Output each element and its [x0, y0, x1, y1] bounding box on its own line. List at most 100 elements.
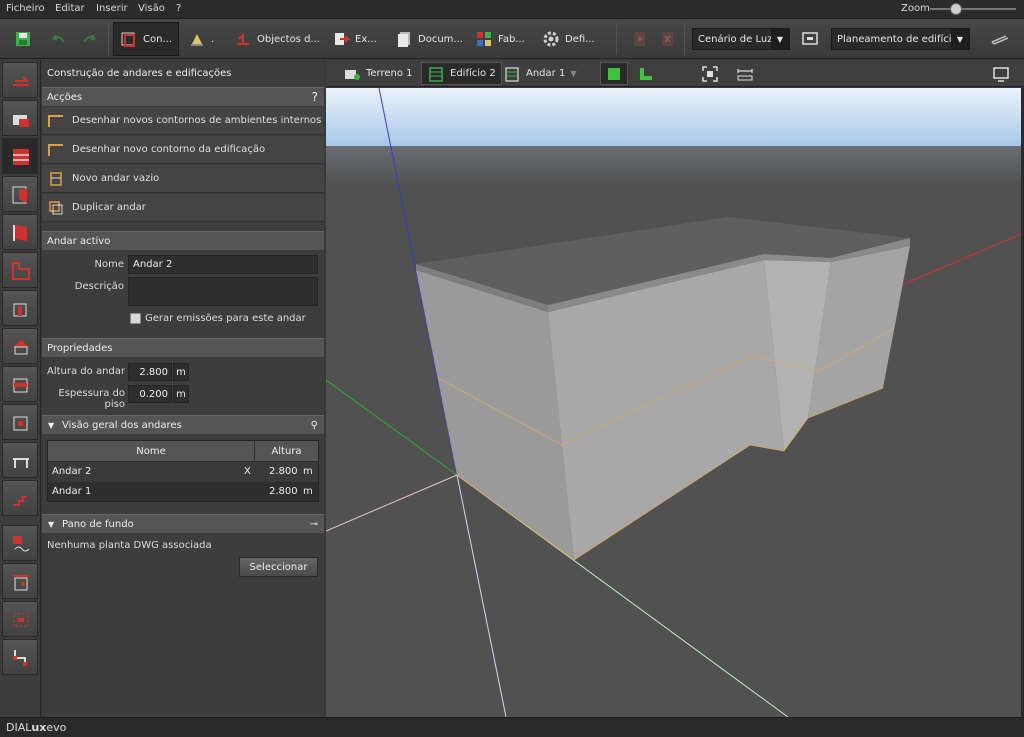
tool-door-button[interactable] [2, 214, 38, 250]
menu-edit[interactable]: Editar [55, 3, 85, 14]
menu-insert[interactable]: Inserir [96, 3, 128, 14]
terrain-tab[interactable]: Terreno 1 [338, 62, 418, 85]
measure-icon [13, 613, 29, 627]
emissions-checkbox[interactable] [130, 313, 141, 324]
action-new-empty-floor[interactable]: Novo andar vazio [42, 165, 324, 193]
background-header[interactable]: ▼ Pano de fundo ⊸ [42, 514, 324, 533]
floor-description-input[interactable] [128, 277, 318, 306]
objects-label: Objectos d... [257, 33, 320, 45]
chevron-down-icon[interactable]: ▼ [570, 69, 576, 78]
luminaire-icon [188, 30, 206, 48]
settings-label: Defi... [565, 33, 595, 45]
export-icon [332, 30, 351, 48]
tool-roof-button[interactable] [2, 328, 38, 364]
column-header-name[interactable]: Nome [48, 441, 254, 461]
properties-header: Propriedades [42, 338, 324, 357]
tool-section-button[interactable] [2, 563, 38, 599]
undo-icon [50, 30, 68, 48]
x-axis-negative [326, 474, 458, 532]
objects-button[interactable]: Objectos d... [228, 22, 326, 56]
floorplan-icon [637, 65, 655, 83]
construction-mode-label: Con... [143, 33, 172, 45]
measure-tool-button[interactable] [731, 62, 759, 85]
documents-icon [395, 30, 413, 48]
column-header-height[interactable]: Altura [255, 441, 318, 461]
tool-align-button[interactable] [2, 639, 38, 675]
action-draw-building-outline-label: Desenhar novo contorno da edificação [72, 144, 266, 155]
tool-text-button[interactable] [2, 525, 38, 561]
tool-box-button[interactable] [2, 366, 38, 402]
light-scene-value: Cenário de Luz 1 [698, 33, 782, 45]
light-mode-button[interactable]: . [182, 22, 220, 56]
help-icon[interactable]: ? [312, 90, 318, 104]
delete-row-icon[interactable]: X [244, 466, 251, 477]
duplicate-floor-icon [49, 201, 63, 215]
select-dwg-button[interactable]: Seleccionar [239, 557, 318, 577]
menu-bar: Ficheiro Editar Inserir Visão ? Zoom [0, 0, 1024, 19]
row-name: Andar 1 [52, 486, 92, 497]
building-front-face [548, 260, 784, 560]
action-draw-room-outlines[interactable]: Desenhar novos contornos de ambientes in… [42, 107, 324, 135]
tool-cube-button[interactable] [2, 290, 38, 326]
floor-thickness-input[interactable]: 0.200 [128, 385, 172, 403]
redo-button[interactable] [74, 22, 104, 56]
fit-view-button[interactable] [696, 62, 724, 85]
row-height: 2.800 [269, 486, 298, 497]
save-button[interactable] [8, 22, 38, 56]
undo-button[interactable] [44, 22, 74, 56]
tool-wall-button[interactable] [2, 176, 38, 212]
menu-view[interactable]: Visão [138, 3, 165, 14]
manufacturer-button[interactable]: Fab... [469, 22, 531, 56]
tool-stairs-button[interactable] [2, 480, 38, 516]
light-scene-dropdown[interactable]: Cenário de Luz 1 ▼ [692, 28, 790, 50]
floor-tab[interactable]: Andar 1 ▼ [498, 62, 581, 85]
table-row[interactable]: Andar 2 X 2.800 m [48, 462, 318, 482]
pin-icon[interactable]: ⚲ [311, 420, 318, 431]
action-duplicate-floor[interactable]: Duplicar andar [42, 194, 324, 222]
tool-table-button[interactable] [2, 442, 38, 478]
export-button[interactable]: Ex... [326, 22, 383, 56]
menu-file[interactable]: Ficheiro [6, 3, 45, 14]
wall-icon [12, 186, 27, 204]
scene-preview-button[interactable] [795, 22, 825, 56]
floor-height-input[interactable]: 2.800 [128, 363, 172, 381]
active-floor-header: Andar activo [42, 231, 324, 250]
floor-tab-label: Andar 1 [526, 68, 566, 79]
layout-button[interactable] [984, 22, 1014, 56]
construction-mode-button[interactable]: Con... [113, 22, 179, 56]
tool-room-button[interactable] [2, 100, 38, 136]
zoom-slider-thumb[interactable] [949, 3, 962, 15]
brand-logo-evo: evo [46, 721, 67, 734]
action-draw-building-outline[interactable]: Desenhar novo contorno da edificação [42, 136, 324, 164]
building-icon [427, 65, 445, 83]
tool-import-button[interactable] [2, 62, 38, 98]
floor-name-input[interactable]: Andar 2 [128, 255, 318, 274]
3d-view-button[interactable] [600, 62, 628, 85]
display-mode-button[interactable] [987, 62, 1015, 85]
opening-icon [13, 416, 28, 431]
floorplan-view-button[interactable] [632, 62, 660, 85]
tool-floors-button[interactable] [2, 138, 38, 174]
zoom-slider[interactable] [930, 8, 1016, 10]
save-icon [14, 30, 32, 48]
tool-opening-button[interactable] [2, 404, 38, 440]
tool-outline-button[interactable] [2, 252, 38, 288]
menu-help[interactable]: ? [176, 3, 181, 14]
cancel-calculation-button[interactable] [653, 22, 683, 56]
pin-icon[interactable]: ⊸ [310, 519, 318, 530]
start-calculation-button[interactable] [625, 22, 655, 56]
planning-dropdown[interactable]: Planeamento de edifício... ▼ [831, 28, 970, 50]
tool-measure-button[interactable] [2, 601, 38, 637]
settings-button[interactable]: Defi... [536, 22, 601, 56]
documents-button[interactable]: Docum... [389, 22, 469, 56]
construction-panel: Construção de andares e edificações Acçõ… [42, 60, 324, 717]
overview-header[interactable]: ▼ Visão geral dos andares ⚲ [42, 415, 324, 434]
building-tab[interactable]: Edifício 2 [421, 62, 502, 85]
table-row[interactable]: Andar 1 2.800 m [48, 482, 318, 502]
action-duplicate-floor-label: Duplicar andar [72, 202, 146, 213]
green-cube-icon [605, 65, 623, 83]
3d-viewport[interactable] [326, 88, 1021, 717]
name-label: Nome [94, 259, 125, 270]
planning-value: Planeamento de edifício... [837, 33, 968, 45]
outline-icon [12, 262, 30, 280]
